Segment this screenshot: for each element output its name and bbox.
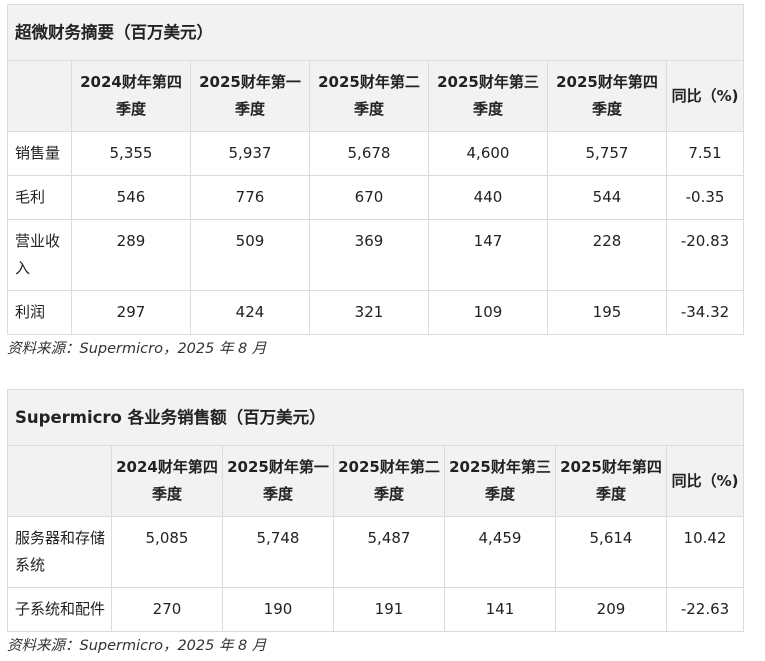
cell: 424 — [190, 290, 310, 335]
financial-summary-section: 超微财务摘要（百万美元） 2024财年第四季度 2025财年第一季度 2025财… — [6, 4, 745, 360]
cell: 190 — [222, 587, 334, 632]
cell: -20.83 — [665, 219, 745, 291]
cell: -0.35 — [665, 175, 745, 220]
source-note: 资料来源：Supermicro，2025 年 8 月 — [7, 638, 267, 654]
cell: 5,757 — [547, 131, 667, 176]
header-cell — [7, 445, 112, 517]
cell: 109 — [428, 290, 548, 335]
header-cell — [7, 60, 72, 132]
cell: -34.32 — [665, 290, 745, 335]
cell: 289 — [71, 219, 191, 291]
header-cell: 2025财年第三季度 — [428, 60, 548, 132]
cell: 4,459 — [444, 516, 556, 588]
cell: 546 — [71, 175, 191, 220]
header-cell: 同比（%) — [665, 445, 745, 517]
source-note: 资料来源：Supermicro，2025 年 8 月 — [7, 341, 267, 357]
table-title: Supermicro 各业务销售额（百万美元） — [6, 389, 745, 446]
cell: 4,600 — [428, 131, 548, 176]
cell: 270 — [111, 587, 223, 632]
table-row: 营业收入 289 509 369 147 228 -20.83 — [7, 219, 745, 291]
table-row: 子系统和配件 270 190 191 141 209 -22.63 — [7, 587, 745, 632]
cell: 5,355 — [71, 131, 191, 176]
cell: 440 — [428, 175, 548, 220]
cell: 5,614 — [555, 516, 667, 588]
table-title: 超微财务摘要（百万美元） — [6, 4, 745, 61]
cell: -22.63 — [665, 587, 745, 632]
header-cell: 2025财年第一季度 — [222, 445, 334, 517]
header-cell: 同比（%) — [665, 60, 745, 132]
cell: 670 — [309, 175, 429, 220]
cell: 209 — [555, 587, 667, 632]
cell: 195 — [547, 290, 667, 335]
row-label: 子系统和配件 — [7, 587, 112, 632]
cell: 369 — [309, 219, 429, 291]
header-cell: 2025财年第二季度 — [309, 60, 429, 132]
header-cell: 2025财年第三季度 — [444, 445, 556, 517]
cell: 147 — [428, 219, 548, 291]
header-cell: 2024财年第四季度 — [111, 445, 223, 517]
cell: 5,085 — [111, 516, 223, 588]
financial-summary-table: 超微财务摘要（百万美元） 2024财年第四季度 2025财年第一季度 2025财… — [6, 4, 745, 335]
cell: 5,748 — [222, 516, 334, 588]
cell: 297 — [71, 290, 191, 335]
table-row: 销售量 5,355 5,937 5,678 4,600 5,757 7.51 — [7, 131, 745, 176]
table-row: 服务器和存储系统 5,085 5,748 5,487 4,459 5,614 1… — [7, 516, 745, 588]
cell: 321 — [309, 290, 429, 335]
cell: 10.42 — [665, 516, 745, 588]
header-cell: 2025财年第四季度 — [547, 60, 667, 132]
row-label: 毛利 — [7, 175, 72, 220]
header-cell: 2025财年第一季度 — [190, 60, 310, 132]
row-label: 利润 — [7, 290, 72, 335]
cell: 7.51 — [665, 131, 745, 176]
row-label: 服务器和存储系统 — [7, 516, 112, 588]
cell: 509 — [190, 219, 310, 291]
header-cell: 2025财年第二季度 — [333, 445, 445, 517]
cell: 191 — [333, 587, 445, 632]
header-cell: 2024财年第四季度 — [71, 60, 191, 132]
cell: 5,937 — [190, 131, 310, 176]
table-row: 利润 297 424 321 109 195 -34.32 — [7, 290, 745, 335]
cell: 5,678 — [309, 131, 429, 176]
cell: 776 — [190, 175, 310, 220]
business-sales-table: Supermicro 各业务销售额（百万美元） 2024财年第四季度 2025财… — [6, 389, 745, 632]
cell: 141 — [444, 587, 556, 632]
row-label: 销售量 — [7, 131, 72, 176]
header-cell: 2025财年第四季度 — [555, 445, 667, 517]
cell: 544 — [547, 175, 667, 220]
row-label: 营业收入 — [7, 219, 72, 291]
cell: 228 — [547, 219, 667, 291]
cell: 5,487 — [333, 516, 445, 588]
table-row: 毛利 546 776 670 440 544 -0.35 — [7, 175, 745, 220]
business-sales-section: Supermicro 各业务销售额（百万美元） 2024财年第四季度 2025财… — [6, 389, 745, 657]
